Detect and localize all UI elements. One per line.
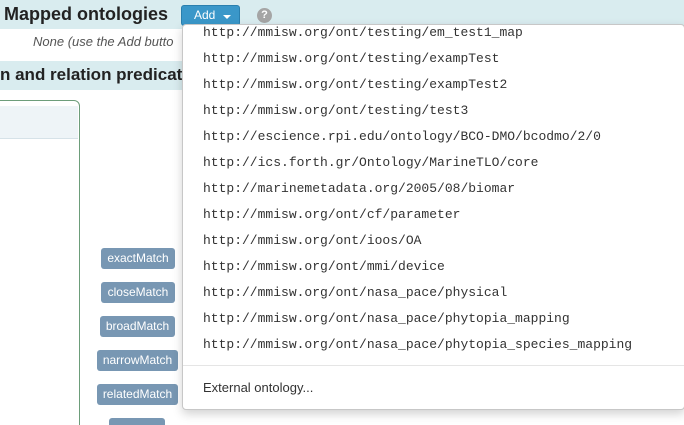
help-icon[interactable]: ? [257, 8, 272, 23]
exact-match-button[interactable]: exactMatch [101, 248, 175, 269]
predicate-button-partial[interactable] [109, 418, 165, 425]
external-ontology-item[interactable]: External ontology... [203, 380, 313, 395]
dropdown-item[interactable]: http://marinemetadata.org/2005/08/biomar [183, 176, 684, 202]
related-match-button[interactable]: relatedMatch [97, 384, 178, 405]
dropdown-item[interactable]: http://mmisw.org/ont/nasa_pace/phytopia_… [183, 332, 684, 358]
ontology-list: http://mmisw.org/ont/testing/em_test1_ma… [183, 25, 684, 358]
dropdown-item[interactable]: http://mmisw.org/ont/cf/parameter [183, 202, 684, 228]
dropdown-item[interactable]: http://ics.forth.gr/Ontology/MarineTLO/c… [183, 150, 684, 176]
dropdown-item[interactable]: http://mmisw.org/ont/nasa_pace/physical [183, 280, 684, 306]
dropdown-item[interactable]: http://escience.rpi.edu/ontology/BCO-DMO… [183, 124, 684, 150]
add-button-label: Add [194, 8, 216, 22]
page-title: Mapped ontologies [4, 4, 168, 24]
add-button[interactable]: Add [181, 5, 240, 26]
narrow-match-button[interactable]: narrowMatch [97, 350, 178, 371]
dropdown-item[interactable]: http://mmisw.org/ont/testing/em_test1_ma… [183, 25, 684, 46]
add-ontology-dropdown: http://mmisw.org/ont/testing/em_test1_ma… [182, 24, 684, 410]
close-match-button[interactable]: closeMatch [101, 282, 175, 303]
mapping-panel-header [0, 106, 78, 139]
dropdown-item[interactable]: http://mmisw.org/ont/nasa_pace/phytopia_… [183, 306, 684, 332]
broad-match-button[interactable]: broadMatch [100, 316, 175, 337]
dropdown-item[interactable]: http://mmisw.org/ont/mmi/device [183, 254, 684, 280]
dropdown-item[interactable]: http://mmisw.org/ont/testing/exampTest2 [183, 72, 684, 98]
dropdown-divider [183, 365, 684, 366]
mapping-panel [0, 100, 80, 425]
dropdown-item[interactable]: http://mmisw.org/ont/testing/exampTest [183, 46, 684, 72]
dropdown-item[interactable]: http://mmisw.org/ont/testing/test3 [183, 98, 684, 124]
caret-down-icon [223, 15, 231, 19]
dropdown-item[interactable]: http://mmisw.org/ont/ioos/OA [183, 228, 684, 254]
section-title: n and relation predicat [0, 65, 183, 84]
none-note: None (use the Add butto [33, 34, 174, 49]
